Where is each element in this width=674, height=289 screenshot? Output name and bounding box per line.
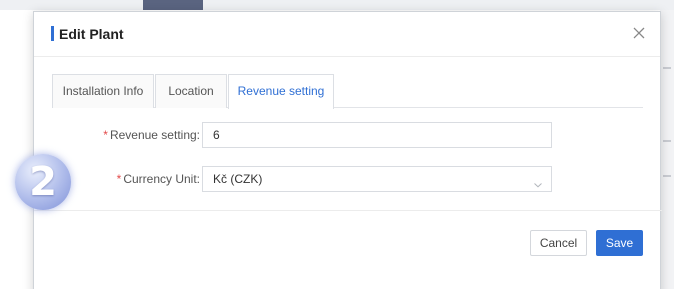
dialog-title: Edit Plant xyxy=(59,26,124,42)
revenue-setting-row: * Revenue setting: 6 xyxy=(34,122,662,148)
cancel-button[interactable]: Cancel xyxy=(530,230,587,256)
footer-divider xyxy=(34,210,662,211)
close-icon[interactable] xyxy=(630,24,648,42)
background-mark xyxy=(663,175,671,177)
step-number-badge: 2 xyxy=(15,154,71,210)
currency-unit-value: Kč (CZK) xyxy=(213,172,263,186)
currency-unit-row: * Currency Unit: Kč (CZK) xyxy=(34,166,662,192)
edit-plant-dialog: Edit Plant Installation Info Location Re… xyxy=(33,11,662,289)
currency-unit-label: * Currency Unit: xyxy=(117,166,200,192)
revenue-setting-label: * Revenue setting: xyxy=(103,122,200,148)
revenue-setting-input[interactable]: 6 xyxy=(202,122,552,148)
background-mark xyxy=(663,140,671,142)
tab-bar: Installation Info Location Revenue setti… xyxy=(52,74,643,109)
currency-unit-label-text: Currency Unit: xyxy=(123,172,200,186)
save-button[interactable]: Save xyxy=(596,230,643,256)
background-header xyxy=(0,0,674,10)
chevron-down-icon xyxy=(533,174,543,188)
background-side-panel xyxy=(660,10,674,289)
tab-location[interactable]: Location xyxy=(155,74,227,108)
screen: Edit Plant Installation Info Location Re… xyxy=(0,0,674,289)
background-mark xyxy=(663,67,671,69)
tab-revenue-setting[interactable]: Revenue setting xyxy=(228,74,334,109)
dialog-header: Edit Plant xyxy=(34,12,660,57)
revenue-setting-label-text: Revenue setting: xyxy=(109,128,200,142)
required-mark: * xyxy=(103,128,108,142)
background-tab-highlight xyxy=(143,0,203,10)
required-mark: * xyxy=(116,172,122,186)
title-accent-bar xyxy=(51,26,54,41)
currency-unit-select[interactable]: Kč (CZK) xyxy=(202,166,552,192)
tab-installation-info[interactable]: Installation Info xyxy=(52,74,154,108)
